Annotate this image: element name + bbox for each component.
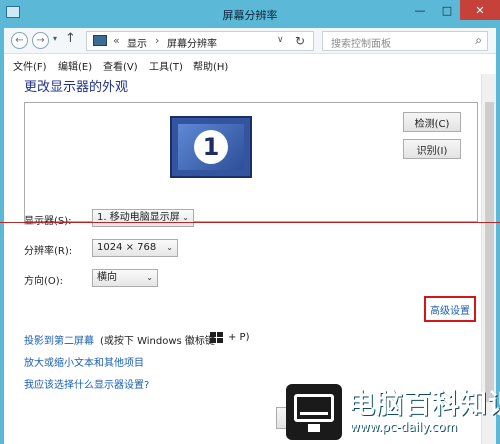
menu-bar: 文件(F) 编辑(E) 查看(V) 工具(T) 帮助(H): [4, 54, 496, 74]
resolution-label: 分辨率(R):: [24, 246, 73, 257]
back-button[interactable]: ←: [11, 32, 28, 49]
display-preview: 1 检测(C) 识别(I): [24, 102, 478, 222]
minimize-button[interactable]: —: [407, 0, 433, 20]
menu-view[interactable]: 查看(V): [103, 58, 138, 73]
menu-help[interactable]: 帮助(H): [193, 58, 228, 73]
chevron-down-icon: ⌄: [182, 213, 189, 222]
screen-resolution-window: 屏幕分辨率 — □ ✕ ← → ▾ ↑ « 显示 › 屏幕分辨率 ∨ ↻ 搜索控…: [0, 0, 500, 444]
advanced-settings-link[interactable]: 高级设置: [430, 302, 470, 317]
project-second-screen-link[interactable]: 投影到第二屏幕: [24, 332, 94, 347]
breadcrumb-overflow[interactable]: «: [113, 34, 120, 47]
resolution-select-value: 1024 × 768: [97, 242, 157, 253]
search-input[interactable]: 搜索控制面板 ⌕: [322, 31, 488, 51]
chevron-down-icon: ⌄: [166, 243, 173, 252]
address-dropdown-icon[interactable]: ∨: [277, 35, 284, 45]
which-settings-link[interactable]: 我应该选择什么显示器设置?: [24, 376, 149, 391]
search-icon[interactable]: ⌕: [475, 33, 482, 48]
breadcrumb-display[interactable]: 显示: [127, 35, 147, 50]
text-size-link[interactable]: 放大或缩小文本和其他项目: [24, 354, 144, 369]
watermark-url: www.pc-daily.com: [350, 420, 458, 434]
orientation-select[interactable]: 横向 ⌄: [92, 269, 158, 287]
up-button[interactable]: ↑: [65, 31, 76, 46]
recent-locations-dropdown[interactable]: ▾: [53, 34, 57, 43]
monitor-screen: 1: [178, 124, 244, 170]
project-hint: (或按下 Windows 徽标键: [100, 336, 215, 347]
refresh-icon[interactable]: ↻: [295, 34, 305, 48]
site-watermark: 电脑百科知识 www.pc-daily.com: [284, 380, 500, 444]
control-panel-icon: [93, 35, 107, 46]
close-button[interactable]: ✕: [460, 0, 500, 20]
identify-button[interactable]: 识别(I): [403, 139, 461, 159]
advanced-settings-highlight: 高级设置: [424, 296, 476, 322]
detect-button[interactable]: 检测(C): [403, 112, 461, 132]
monitor-logo-icon: [286, 384, 342, 440]
windows-logo-icon: [210, 332, 224, 344]
monitor-number: 1: [194, 130, 228, 164]
orientation-select-value: 横向: [97, 272, 117, 283]
monitor-1-thumbnail[interactable]: 1: [170, 116, 252, 178]
forward-button[interactable]: →: [32, 32, 49, 49]
watermark-title: 电脑百科知识: [348, 389, 500, 420]
annotation-line: [0, 222, 500, 223]
resolution-select[interactable]: 1024 × 768 ⌄: [92, 239, 178, 257]
menu-edit[interactable]: 编辑(E): [58, 58, 92, 73]
page-title: 更改显示器的外观: [24, 80, 129, 95]
menu-tools[interactable]: 工具(T): [149, 58, 183, 73]
scroll-thumb[interactable]: [485, 102, 494, 402]
address-bar[interactable]: « 显示 › 屏幕分辨率 ∨ ↻: [86, 31, 314, 51]
project-hint-shortcut: + P): [228, 332, 250, 343]
display-select[interactable]: 1. 移动电脑显示屏 ⌄: [92, 209, 194, 227]
title-bar: 屏幕分辨率 — □ ✕: [0, 0, 500, 28]
search-placeholder: 搜索控制面板: [331, 39, 391, 50]
display-label: 显示器(S):: [24, 212, 72, 227]
maximize-button[interactable]: □: [434, 0, 460, 20]
breadcrumb-separator: ›: [155, 34, 160, 47]
menu-file[interactable]: 文件(F): [13, 58, 47, 73]
orientation-label: 方向(O):: [24, 276, 64, 287]
chevron-down-icon: ⌄: [146, 273, 153, 282]
navigation-bar: ← → ▾ ↑ « 显示 › 屏幕分辨率 ∨ ↻ 搜索控制面板 ⌕: [4, 28, 496, 54]
breadcrumb-screen-resolution[interactable]: 屏幕分辨率: [167, 35, 217, 50]
